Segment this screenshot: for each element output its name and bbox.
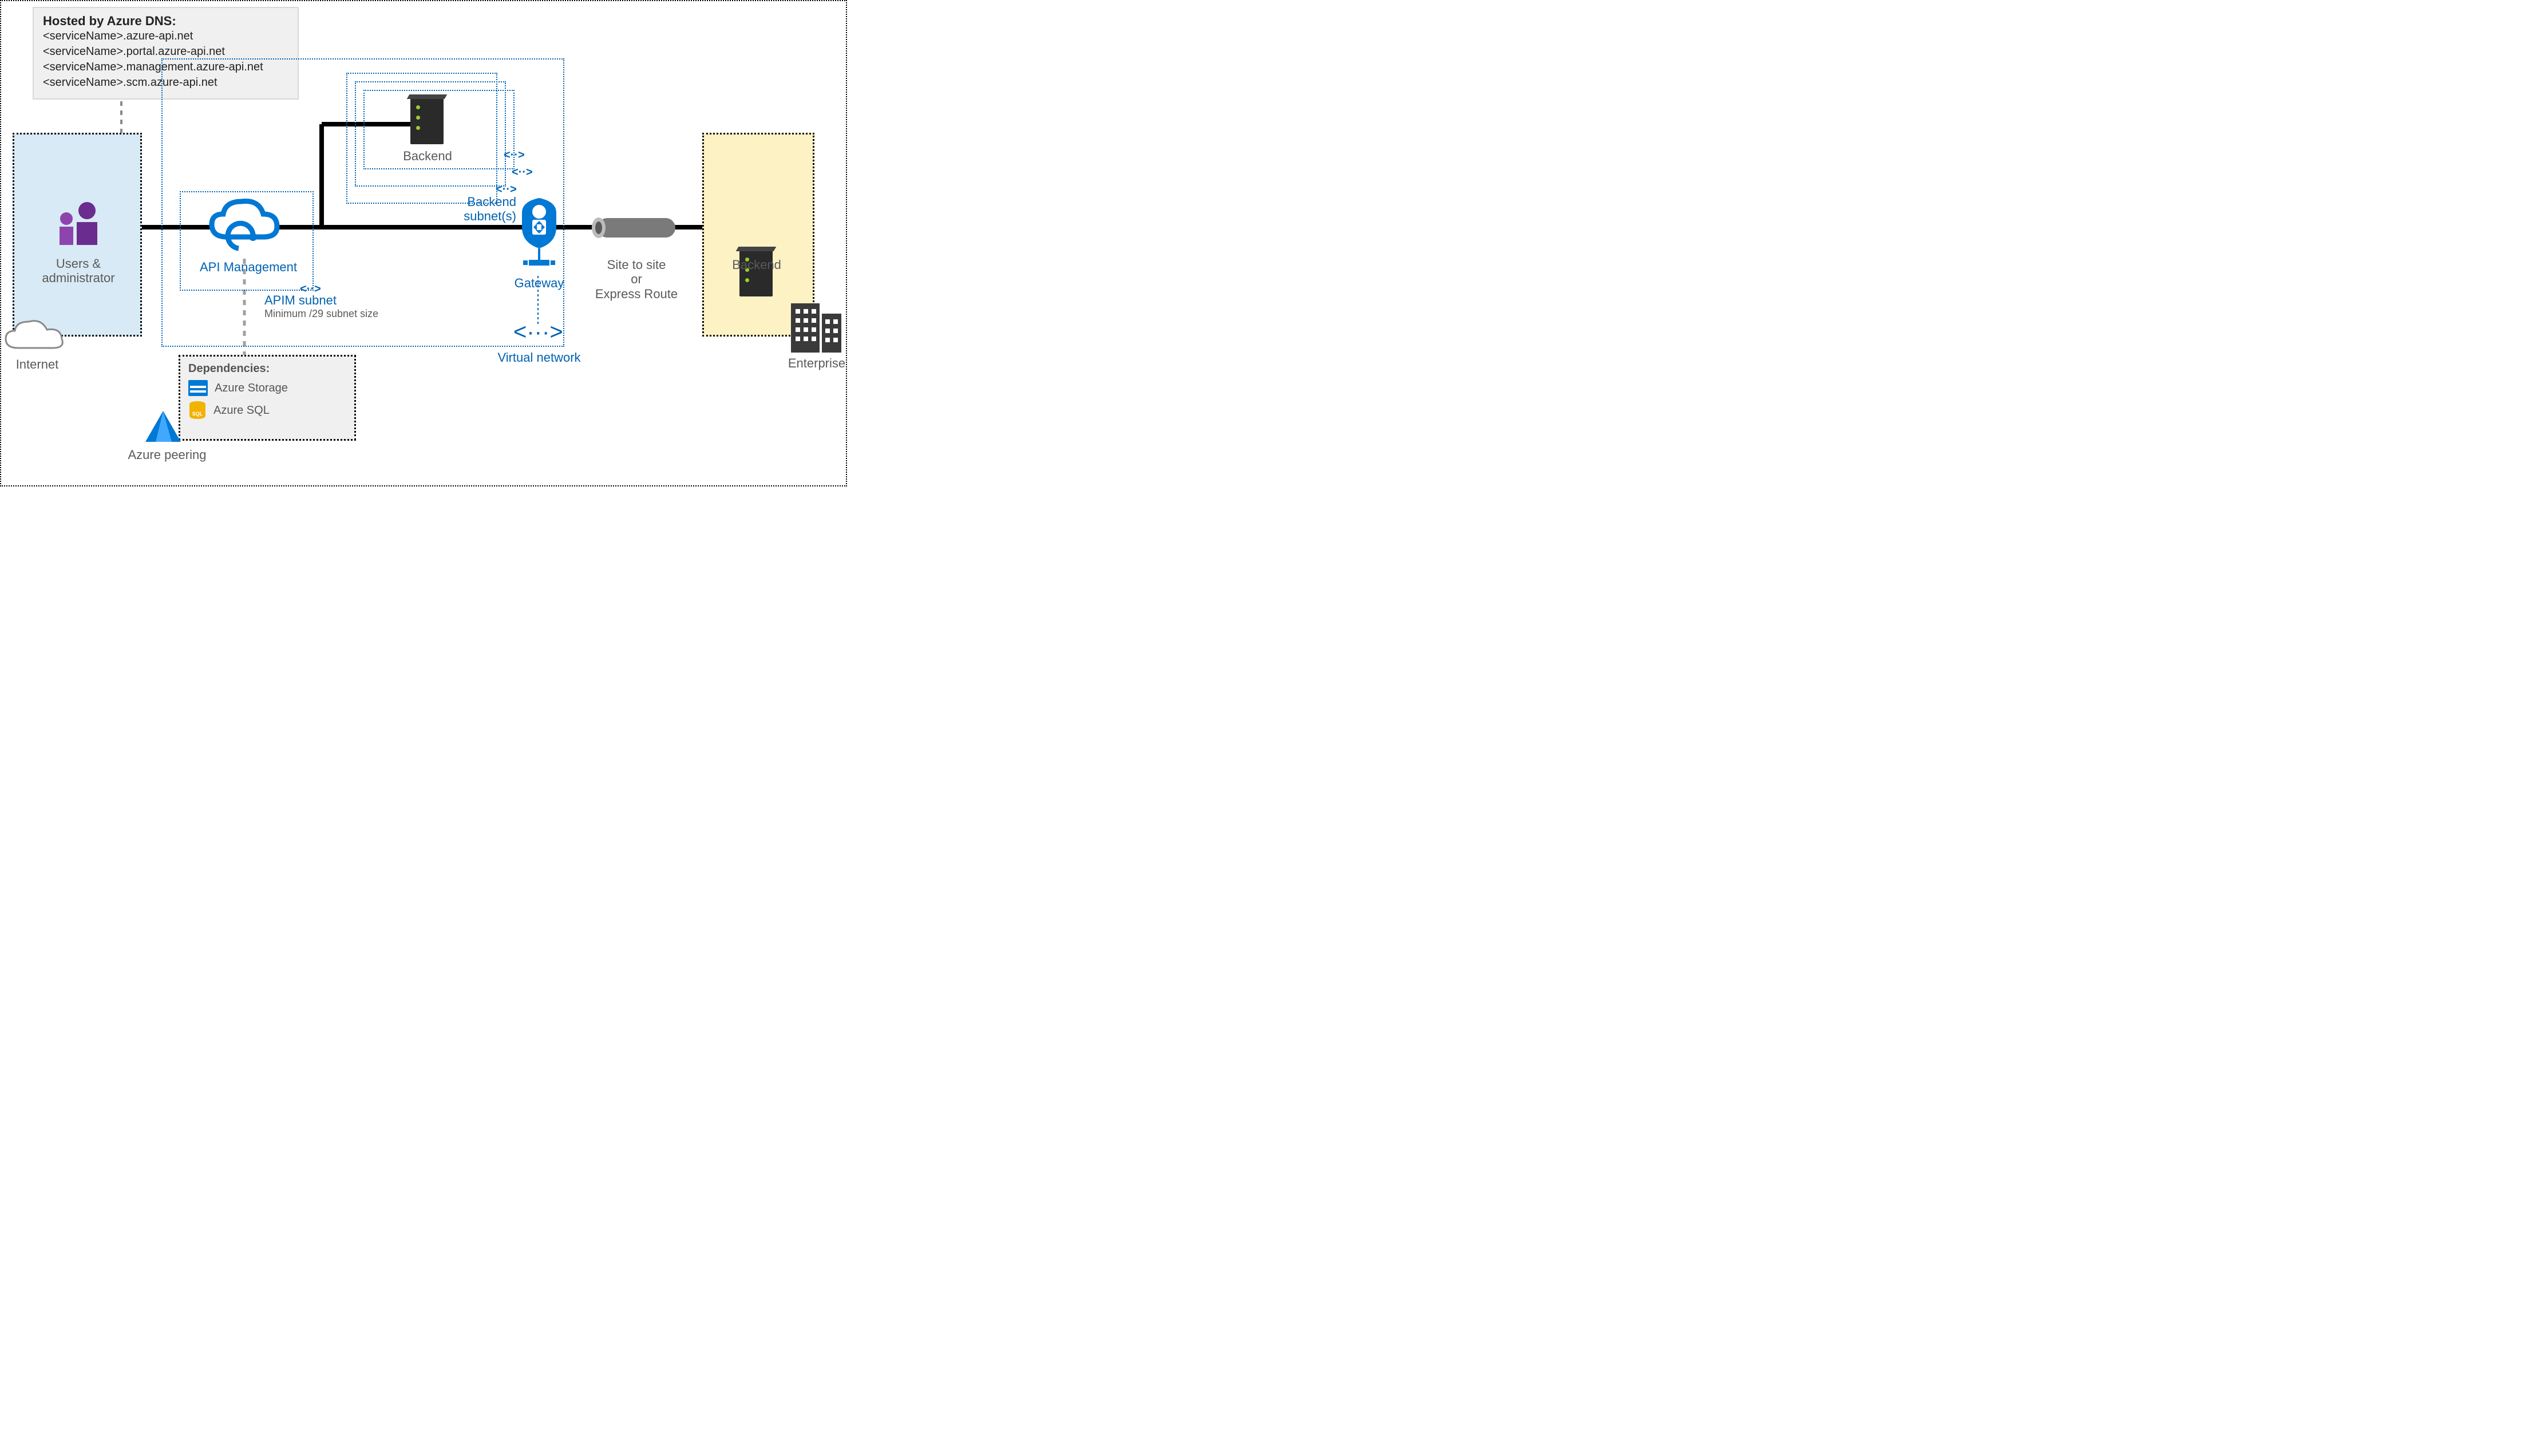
dns-line-1: <serviceName>.portal.azure-api.net	[43, 44, 288, 60]
internet-label: Internet	[11, 357, 63, 371]
peer-icon: <··>	[512, 166, 533, 179]
api-management-icon	[207, 197, 282, 254]
svg-text:SQL: SQL	[192, 411, 203, 417]
backend-server-icon	[410, 98, 444, 144]
gateway-icon	[516, 196, 562, 276]
dns-title: Hosted by Azure DNS:	[43, 14, 288, 29]
azure-peering-label: Azure peering	[121, 448, 213, 462]
dependencies-title: Dependencies:	[188, 362, 346, 375]
enterprise-backend-label: Backend	[725, 258, 788, 272]
backend-subnets-label: Backend subnet(s)	[448, 195, 516, 224]
virtual-network-icon: <···>	[513, 319, 563, 345]
virtual-network-label: Virtual network	[493, 350, 585, 365]
sql-icon: SQL	[188, 401, 207, 420]
users-label: Users & administrator	[24, 256, 133, 286]
backend-top-label: Backend	[396, 149, 459, 163]
apim-subnet-note: Minimum /29 subnet size	[264, 308, 402, 320]
dependencies-box: Dependencies: Azure Storage SQL Azure SQ…	[179, 355, 356, 441]
diagram-canvas: Hosted by Azure DNS: <serviceName>.azure…	[0, 0, 847, 486]
sql-label: Azure SQL	[213, 404, 270, 417]
tunnel-label: Site to site or Express Route	[579, 258, 694, 301]
dns-line-0: <serviceName>.azure-api.net	[43, 29, 288, 44]
storage-icon	[188, 380, 208, 396]
internet-icon	[1, 315, 70, 359]
api-management-label: API Management	[191, 260, 306, 274]
gateway-label: Gateway	[508, 276, 571, 290]
enterprise-icon	[790, 293, 842, 355]
storage-label: Azure Storage	[215, 382, 288, 395]
azure-peering-icon	[143, 410, 183, 444]
tunnel-icon	[591, 215, 682, 241]
peer-icon: <··>	[504, 149, 525, 162]
users-icon	[53, 200, 104, 246]
apim-subnet-title: APIM subnet	[264, 293, 356, 307]
enterprise-label: Enterprise	[785, 356, 848, 370]
